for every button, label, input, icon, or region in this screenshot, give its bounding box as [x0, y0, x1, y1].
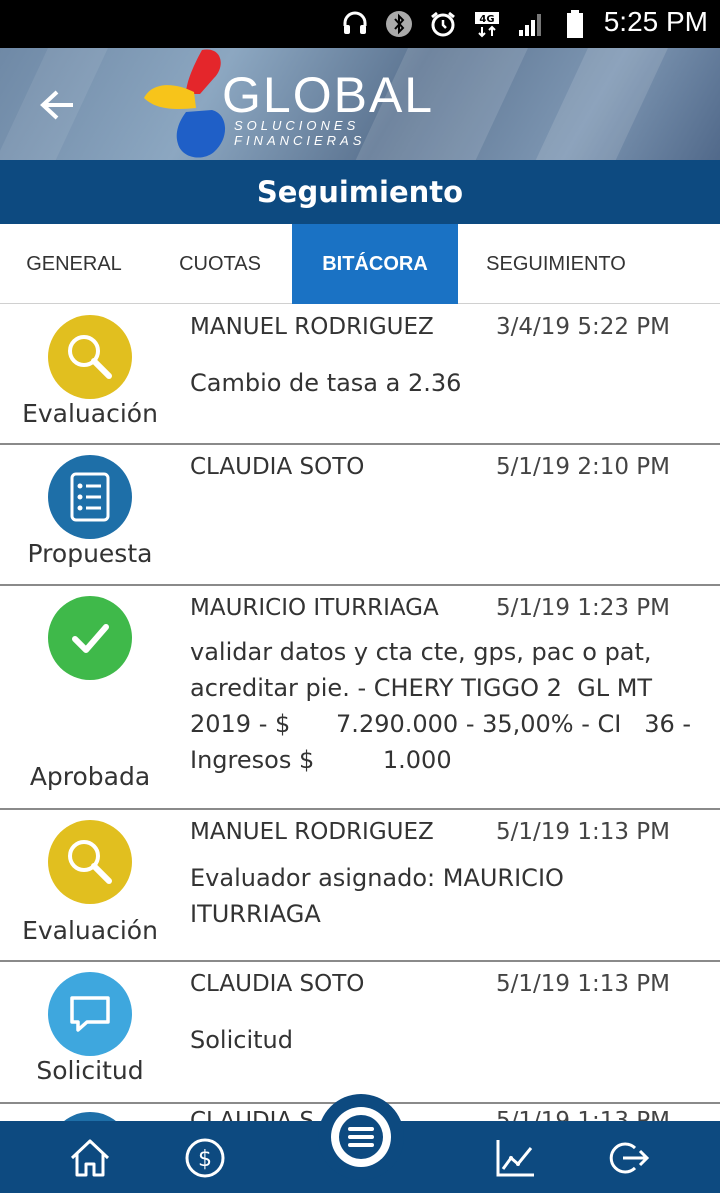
header-banner: GLOBAL SOLUCIONES FINANCIERAS	[0, 48, 720, 160]
list-item[interactable]: Propuesta CLAUDIA SOTO 5/1/19 2:10 PM	[0, 445, 720, 586]
4g-signal-icon: 4G	[472, 9, 502, 39]
magnifier-icon	[48, 820, 132, 904]
list-item[interactable]: Solicitud CLAUDIA SOTO 5/1/19 1:13 PM So…	[0, 962, 720, 1104]
status-icons: 4G	[340, 8, 590, 40]
status-bar: 4G 5:25 PM	[0, 0, 720, 48]
entry-date: 5/1/19 1:13 PM	[496, 971, 671, 997]
menu-icon	[339, 1115, 383, 1159]
alarm-icon	[428, 9, 458, 39]
home-icon	[70, 1139, 110, 1177]
menu-button-face	[331, 1107, 391, 1167]
global-logo: GLOBAL SOLUCIONES FINANCIERAS	[142, 48, 482, 160]
log-list: Evaluación MANUEL RODRIGUEZ 3/4/19 5:22 …	[0, 305, 720, 1193]
tab-cuotas[interactable]: CUOTAS	[148, 224, 292, 304]
stats-button[interactable]	[492, 1135, 538, 1181]
status-label: Aprobada	[29, 762, 151, 791]
svg-text:4G: 4G	[479, 14, 494, 25]
battery-icon	[560, 9, 590, 39]
status-label: Propuesta	[27, 539, 153, 568]
page-title: Seguimiento	[256, 175, 464, 209]
chat-bubble-icon	[48, 972, 132, 1056]
logo-wordmark: GLOBAL	[222, 67, 435, 123]
list-item[interactable]: Evaluación MANUEL RODRIGUEZ 5/1/19 1:13 …	[0, 810, 720, 962]
entry-description: validar datos y cta cte, gps, pac o pat,…	[190, 638, 699, 774]
status-time: 5:25 PM	[603, 6, 708, 37]
entry-description: Cambio de tasa a 2.36	[190, 369, 462, 397]
entry-author: MANUEL RODRIGUEZ	[190, 819, 434, 845]
tab-general[interactable]: GENERAL	[0, 224, 148, 304]
svg-text:$: $	[198, 1147, 212, 1172]
home-button[interactable]	[67, 1135, 113, 1181]
tab-bar: GENERAL CUOTAS BITÁCORA SEGUIMIENTO	[0, 224, 720, 304]
dollar-icon: $	[185, 1138, 225, 1178]
payments-button[interactable]: $	[182, 1135, 228, 1181]
entry-date: 5/1/19 1:23 PM	[496, 595, 671, 621]
status-label: Solicitud	[36, 1056, 144, 1085]
list-item[interactable]: Evaluación MANUEL RODRIGUEZ 3/4/19 5:22 …	[0, 305, 720, 445]
chart-icon	[496, 1140, 534, 1177]
list-item[interactable]: Aprobada MAURICIO ITURRIAGA 5/1/19 1:23 …	[0, 586, 720, 810]
entry-author: MAURICIO ITURRIAGA	[190, 595, 439, 621]
logout-icon	[609, 1142, 650, 1174]
back-button[interactable]	[30, 78, 84, 132]
checklist-icon	[48, 455, 132, 539]
logout-button[interactable]	[606, 1135, 652, 1181]
menu-button[interactable]	[318, 1094, 404, 1180]
logo-subtitle: SOLUCIONES FINANCIERAS	[234, 118, 366, 148]
signal-icon	[516, 9, 546, 39]
entry-date: 5/1/19 1:13 PM	[496, 819, 671, 845]
entry-author: CLAUDIA SOTO	[190, 454, 365, 480]
magnifier-icon	[48, 315, 132, 399]
headset-icon	[340, 9, 370, 39]
entry-date: 5/1/19 2:10 PM	[496, 454, 671, 480]
entry-author: MANUEL RODRIGUEZ	[190, 314, 434, 340]
bluetooth-icon	[384, 9, 414, 39]
tab-seguimiento[interactable]: SEGUIMIENTO	[458, 224, 654, 304]
status-label: Evaluación	[22, 916, 158, 945]
back-arrow-icon	[40, 90, 73, 120]
title-bar: Seguimiento	[0, 160, 720, 224]
entry-description: Solicitud	[190, 1026, 293, 1054]
entry-description: Evaluador asignado: MAURICIO ITURRIAGA	[190, 864, 564, 928]
checkmark-icon	[48, 596, 132, 680]
tab-bitacora[interactable]: BITÁCORA	[292, 224, 458, 304]
entry-author: CLAUDIA SOTO	[190, 971, 365, 997]
status-label: Evaluación	[22, 399, 158, 428]
entry-date: 3/4/19 5:22 PM	[496, 314, 671, 340]
